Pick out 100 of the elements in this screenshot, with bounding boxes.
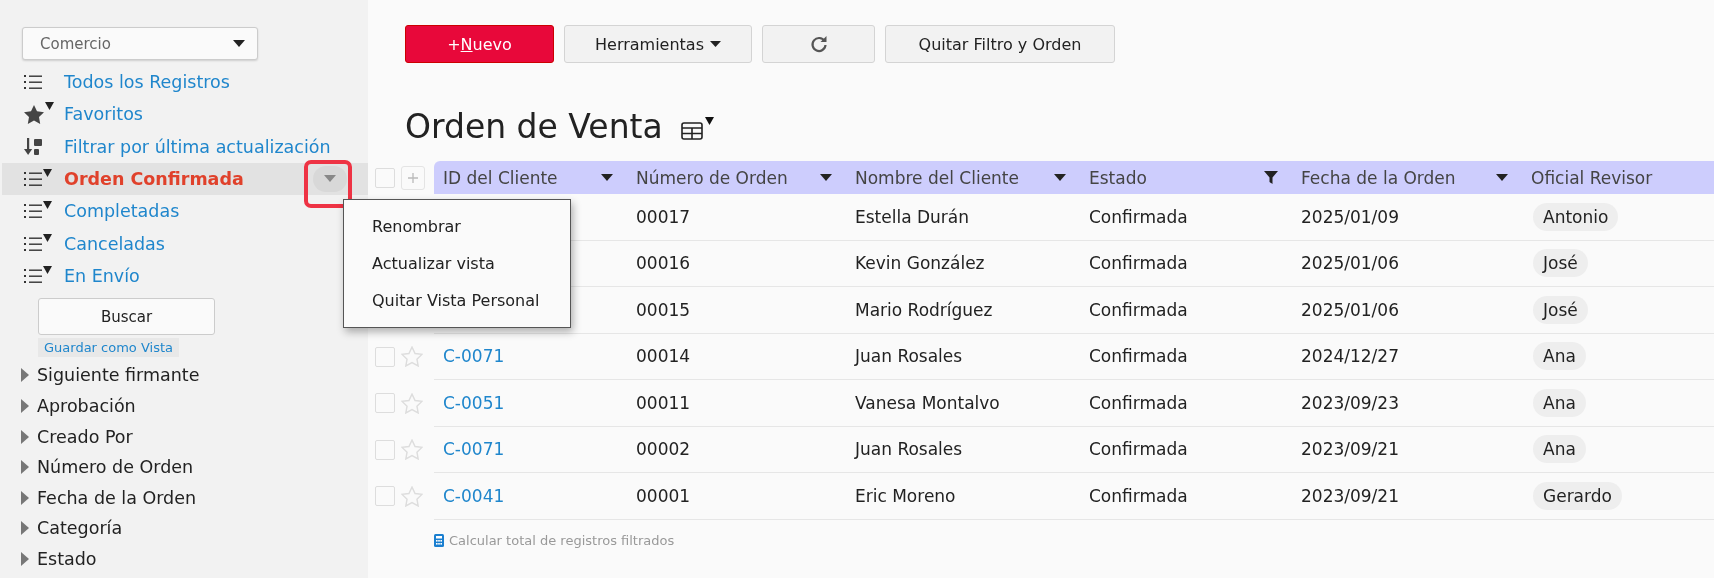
filter-icon <box>43 201 52 210</box>
list-icon <box>24 268 42 283</box>
filter-icon[interactable] <box>1264 171 1278 184</box>
table-cell: 00002 <box>636 439 691 460</box>
sort-caret-icon[interactable] <box>1054 174 1066 181</box>
table-cell: Mario Rodríguez <box>855 299 993 320</box>
table-cell: 2023/09/23 <box>1301 392 1399 413</box>
page-title: Orden de Venta <box>405 107 663 147</box>
star-icon[interactable] <box>401 439 423 461</box>
user-chip: Ana <box>1533 388 1586 417</box>
row-checkbox[interactable] <box>375 486 395 507</box>
user-chip: Gerardo <box>1533 481 1622 510</box>
view-item[interactable]: Filtrar por última actualización <box>0 130 368 163</box>
search-button[interactable]: Buscar <box>38 298 215 336</box>
table-cell: 00014 <box>636 346 691 367</box>
save-view-link[interactable]: Guardar como Vista <box>38 338 179 358</box>
sort-caret-icon[interactable] <box>1496 174 1508 181</box>
field-filter-item[interactable]: Número de Orden <box>0 451 368 483</box>
table-view-icon[interactable] <box>680 117 715 141</box>
clear-filter-button[interactable]: Quitar Filtro y Orden <box>885 25 1115 63</box>
user-chip: José <box>1533 249 1588 278</box>
customer-id-link[interactable]: C-0071 <box>443 439 505 460</box>
table-cell: Confirmada <box>1089 439 1188 460</box>
sort-caret-icon[interactable] <box>601 174 613 181</box>
sort-icon <box>24 137 44 156</box>
table-cell: Confirmada <box>1089 485 1188 506</box>
field-label: Siguiente firmante <box>37 365 200 386</box>
view-menu-button[interactable] <box>313 165 347 192</box>
table-cell: Kevin González <box>855 253 985 274</box>
refresh-icon <box>809 35 828 53</box>
tools-button[interactable]: Herramientas <box>564 25 752 63</box>
customer-id-link[interactable]: C-0041 <box>443 485 505 506</box>
caret-icon <box>233 40 245 47</box>
customer-id-link[interactable]: C-0051 <box>443 392 505 413</box>
field-filter-item[interactable]: Estado <box>0 543 368 575</box>
column-header[interactable]: Estado <box>1089 167 1147 188</box>
table-cell: 2025/01/09 <box>1301 206 1399 227</box>
table-cell: 00011 <box>636 392 691 413</box>
field-label: Número de Orden <box>37 457 194 478</box>
app-select[interactable]: Comercio <box>22 27 258 60</box>
table-cell: Confirmada <box>1089 206 1188 227</box>
new-button[interactable]: +Nuevo <box>405 25 554 63</box>
table-cell: Confirmada <box>1089 253 1188 274</box>
field-filter-item[interactable]: Creado Por <box>0 421 368 452</box>
table-cell: Vanesa Montalvo <box>855 392 1000 413</box>
select-all-checkbox[interactable] <box>375 167 395 188</box>
caret-icon <box>324 175 336 183</box>
table-cell: 2025/01/06 <box>1301 253 1399 274</box>
row-checkbox[interactable] <box>375 346 395 367</box>
table-cell: 2024/12/27 <box>1301 346 1399 367</box>
table-cell: Eric Moreno <box>855 485 956 506</box>
table-cell: Estella Durán <box>855 206 970 227</box>
view-item[interactable]: Orden Confirmada <box>2 162 368 196</box>
field-filter-item[interactable]: Fecha de la Orden <box>0 482 368 514</box>
view-item[interactable]: Favoritos <box>0 98 368 131</box>
field-label: Creado Por <box>37 426 133 447</box>
column-header[interactable]: Fecha de la Orden <box>1301 167 1456 188</box>
field-label: Categoría <box>37 518 123 539</box>
add-column-button[interactable] <box>401 165 425 190</box>
table-cell: Confirmada <box>1089 392 1188 413</box>
table-cell: Confirmada <box>1089 299 1188 320</box>
table-cell: 00016 <box>636 253 691 274</box>
column-header[interactable]: ID del Cliente <box>443 167 558 188</box>
star-icon[interactable] <box>401 346 423 368</box>
table-cell: 2023/09/21 <box>1301 439 1399 460</box>
row-checkbox[interactable] <box>375 439 395 460</box>
customer-id-link[interactable]: C-0071 <box>443 346 505 367</box>
filter-icon <box>43 233 52 242</box>
list-icon <box>24 75 42 90</box>
filter-icon <box>45 101 54 110</box>
star-icon[interactable] <box>401 485 423 507</box>
refresh-button[interactable] <box>762 25 875 63</box>
field-filter-item[interactable]: Siguiente firmante <box>0 360 368 391</box>
column-header[interactable]: Número de Orden <box>636 167 788 188</box>
user-chip: Ana <box>1533 435 1586 464</box>
field-label: Estado <box>37 548 97 569</box>
field-filter-item[interactable]: Categoría <box>0 513 368 544</box>
list-icon <box>24 172 42 187</box>
field-label: Aprobación <box>37 395 136 416</box>
table-cell: 00001 <box>636 485 691 506</box>
star-icon[interactable] <box>401 392 423 414</box>
filter-icon <box>43 265 52 274</box>
filter-icon <box>43 169 52 178</box>
list-icon <box>24 236 42 251</box>
user-chip: Antonio <box>1533 202 1619 231</box>
view-item[interactable]: Todos los Registros <box>0 66 368 99</box>
table-cell: 2025/01/06 <box>1301 299 1399 320</box>
user-chip: Ana <box>1533 342 1586 371</box>
calculator-icon <box>434 533 444 547</box>
caret-icon <box>710 41 721 47</box>
column-header[interactable]: Oficial Revisor <box>1531 167 1653 188</box>
column-header[interactable]: Nombre del Cliente <box>855 167 1019 188</box>
sort-caret-icon[interactable] <box>820 174 832 181</box>
plus-icon <box>408 172 418 183</box>
table-cell: 2023/09/21 <box>1301 485 1399 506</box>
user-chip: José <box>1533 295 1588 324</box>
table-cell: Juan Rosales <box>855 439 963 460</box>
table-cell: Confirmada <box>1089 346 1188 367</box>
row-checkbox[interactable] <box>375 393 395 414</box>
field-filter-item[interactable]: Aprobación <box>0 390 368 422</box>
